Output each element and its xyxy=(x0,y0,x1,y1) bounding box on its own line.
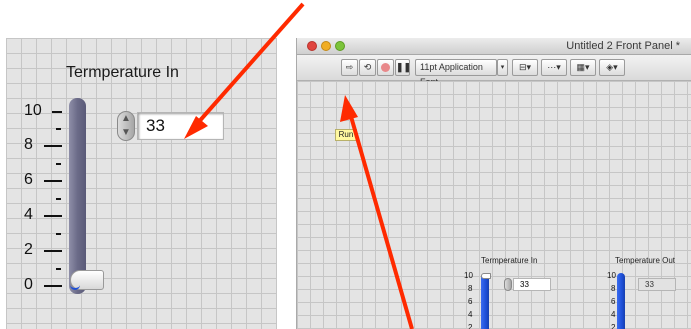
front-panel-canvas[interactable]: Run Termperature In 10 8 6 4 2 0 33 Temp… xyxy=(297,81,691,329)
zoom-window-icon[interactable] xyxy=(335,41,345,51)
distribute-objects-icon[interactable]: ⋯▾ xyxy=(541,59,567,76)
zoomed-control-title: Termperature In xyxy=(66,64,179,81)
indicator-numeric: 33 xyxy=(638,278,676,291)
pause-icon[interactable]: ❚❚ xyxy=(395,59,411,76)
control-tick-label: 4 xyxy=(468,310,473,319)
tick-mark xyxy=(44,145,62,147)
minimize-window-icon[interactable] xyxy=(321,41,331,51)
control-slider-track[interactable] xyxy=(481,273,489,329)
tick-mark xyxy=(56,268,61,270)
tick-mark xyxy=(44,250,62,252)
zoomed-tick-label: 0 xyxy=(24,276,33,293)
zoomed-tick-label: 10 xyxy=(24,102,42,119)
indicator-tick-label: 6 xyxy=(611,297,616,306)
indicator-tick-label: 2 xyxy=(611,323,616,329)
increment-decrement-icon[interactable] xyxy=(504,278,512,291)
control-tick-label: 2 xyxy=(468,323,473,329)
tick-mark xyxy=(52,111,62,113)
resize-objects-icon[interactable]: ▦▾ xyxy=(570,59,596,76)
tick-mark xyxy=(56,233,61,235)
control-tick-label: 6 xyxy=(468,297,473,306)
indicator-tick-label: 8 xyxy=(611,284,616,293)
indicator-title: Temperature Out xyxy=(615,256,676,265)
control-tick-label: 8 xyxy=(468,284,473,293)
window-title: Untitled 2 Front Panel * xyxy=(566,40,680,52)
align-objects-icon[interactable]: ⊟▾ xyxy=(512,59,538,76)
control-title: Termperature In xyxy=(481,256,538,265)
zoomed-slider-track[interactable] xyxy=(69,98,86,294)
toolbar: ⇨ ⟲ ❚❚ 11pt Application Font ▾ ⊟▾ ⋯▾ ▦▾ … xyxy=(297,55,691,87)
window-titlebar[interactable]: Untitled 2 Front Panel * xyxy=(297,38,691,55)
zoomed-front-panel: Termperature In 10 8 6 4 2 0 ▲ ▼ 33 xyxy=(6,38,277,329)
control-slider-knob[interactable] xyxy=(481,273,491,279)
tick-mark xyxy=(44,285,62,287)
zoomed-tick-label: 2 xyxy=(24,241,33,258)
tick-mark xyxy=(44,180,62,182)
indicator-thermometer xyxy=(617,273,625,329)
indicator-tick-label: 4 xyxy=(611,310,616,319)
indicator-tick-label: 10 xyxy=(607,271,616,280)
font-selector[interactable]: 11pt Application Font xyxy=(415,59,497,87)
abort-icon[interactable] xyxy=(377,59,394,76)
run-arrow-icon[interactable]: ⇨ xyxy=(341,59,358,76)
reorder-icon[interactable]: ◈▾ xyxy=(599,59,625,76)
zoomed-numeric-control[interactable]: 33 xyxy=(137,112,224,140)
tick-mark xyxy=(56,198,61,200)
zoomed-tick-label: 8 xyxy=(24,136,33,153)
front-panel-window: Untitled 2 Front Panel * ⇨ ⟲ ❚❚ 11pt App… xyxy=(296,38,691,329)
tick-mark xyxy=(56,163,61,165)
close-window-icon[interactable] xyxy=(307,41,317,51)
increment-decrement-icon[interactable]: ▲ ▼ xyxy=(117,111,135,141)
font-dropdown-icon[interactable]: ▾ xyxy=(497,59,508,76)
control-numeric[interactable]: 33 xyxy=(513,278,551,291)
run-continuously-icon[interactable]: ⟲ xyxy=(359,59,376,76)
run-tooltip: Run xyxy=(335,129,357,141)
tick-mark xyxy=(56,128,61,130)
tick-mark xyxy=(44,215,62,217)
zoomed-tick-label: 6 xyxy=(24,171,33,188)
zoomed-tick-label: 4 xyxy=(24,206,33,223)
control-tick-label: 10 xyxy=(464,271,473,280)
